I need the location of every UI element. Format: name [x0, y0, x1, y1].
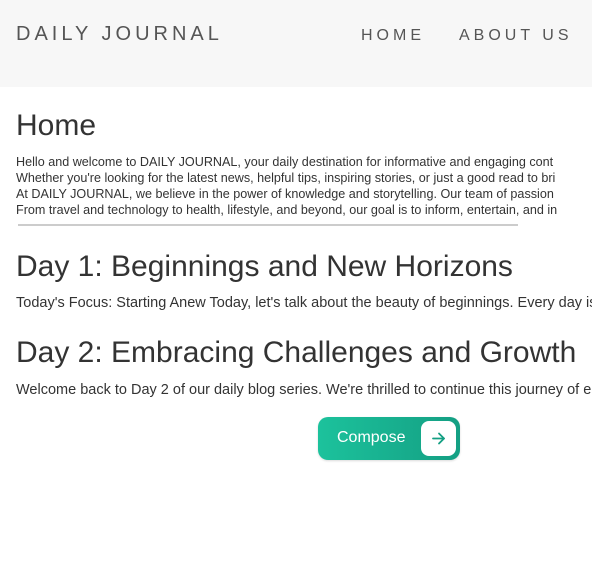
- post-title-day-1: Day 1: Beginnings and New Horizons: [16, 250, 513, 283]
- compose-button-label: Compose: [337, 429, 406, 446]
- intro-line: From travel and technology to health, li…: [16, 203, 558, 217]
- brand-logo[interactable]: DAILY JOURNAL: [16, 23, 223, 46]
- post-title-day-2: Day 2: Embracing Challenges and Growth: [16, 336, 577, 369]
- post-excerpt-day-1: Today's Focus: Starting Anew Today, let'…: [16, 295, 592, 311]
- arrow-right-icon: [421, 421, 456, 456]
- intro-line: Hello and welcome to DAILY JOURNAL, your…: [16, 155, 554, 169]
- post-excerpt-day-2: Welcome back to Day 2 of our daily blog …: [16, 382, 592, 398]
- navbar: DAILY JOURNAL HOME ABOUT US: [0, 0, 592, 87]
- intro-line: Whether you're looking for the latest ne…: [16, 171, 556, 185]
- main-content: Home Hello and welcome to DAILY JOURNAL,…: [16, 87, 592, 581]
- intro-line: At DAILY JOURNAL, we believe in the powe…: [16, 187, 554, 201]
- nav-link-home[interactable]: HOME: [361, 27, 425, 45]
- page-title: Home: [16, 109, 97, 142]
- intro-text: Hello and welcome to DAILY JOURNAL, your…: [16, 154, 557, 218]
- compose-button[interactable]: Compose: [318, 417, 460, 460]
- intro-divider: [18, 224, 518, 226]
- nav-link-about-us[interactable]: ABOUT US: [459, 27, 573, 45]
